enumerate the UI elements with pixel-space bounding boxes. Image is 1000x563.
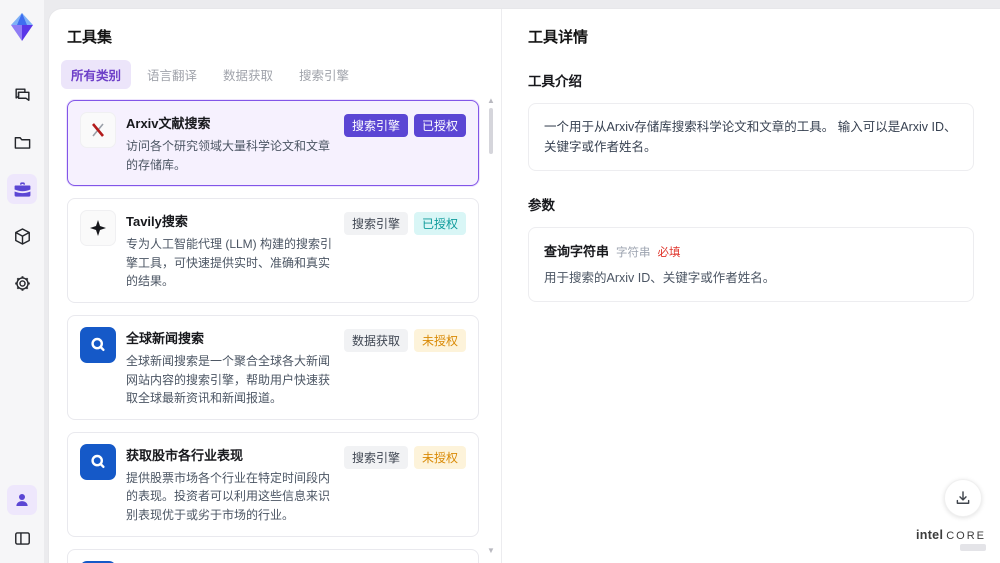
cube-icon [13, 227, 32, 246]
download-icon [954, 489, 972, 507]
param-name: 查询字符串 [544, 244, 610, 259]
user-icon [13, 491, 31, 509]
list-scrollbar[interactable]: ▲ ▼ [486, 97, 496, 555]
tool-card-arxiv[interactable]: Arxiv文献搜索 访问各个研究领域大量科学论文和文章的存储库。 搜索引擎 已授… [67, 100, 479, 187]
auth-status-badge: 未授权 [413, 328, 466, 352]
intel-wordmark: intel [916, 528, 944, 542]
page-title: 工具集 [67, 29, 113, 46]
main-content-card: 工具集 所有类别 语言翻译 数据获取 搜索引擎 Arxiv文献搜索 访问各个研究… [48, 8, 1000, 563]
scroll-up-icon[interactable]: ▲ [487, 97, 495, 105]
sidebar-item-toolbox[interactable] [7, 174, 37, 204]
sidebar-item-chat[interactable] [7, 80, 37, 110]
chat-icon [13, 86, 32, 105]
tool-description: 提供股票市场各个行业在特定时间段内的表现。投资者可以利用这些信息来识别表现优于或… [126, 470, 331, 522]
category-badge: 搜索引擎 [343, 212, 408, 236]
category-badge: 搜索引擎 [343, 114, 408, 137]
tool-name: Arxiv文献搜索 [126, 116, 211, 131]
scroll-down-icon[interactable]: ▼ [487, 547, 495, 555]
settings-icon [13, 274, 32, 293]
tab-data-fetch[interactable]: 数据获取 [213, 60, 283, 89]
tool-list: Arxiv文献搜索 访问各个研究领域大量科学论文和文章的存储库。 搜索引擎 已授… [67, 100, 479, 563]
detail-title: 工具详情 [528, 29, 589, 46]
core-wordmark: core [946, 530, 986, 542]
sidebar-item-files[interactable] [7, 127, 37, 157]
tool-detail-panel: 工具详情 工具介绍 一个用于从Arxiv存储库搜索科学论文和文章的工具。 输入可… [501, 9, 1000, 563]
sidebar-item-settings[interactable] [7, 268, 37, 298]
app-logo-icon[interactable] [7, 10, 37, 44]
category-badge: 数据获取 [343, 328, 408, 352]
side-panel-icon [13, 529, 32, 548]
intel-core-logo: intel core [916, 528, 986, 551]
arxiv-icon [80, 112, 116, 148]
category-badge: 搜索引擎 [343, 445, 408, 469]
category-tabs: 所有类别 语言翻译 数据获取 搜索引擎 [61, 60, 501, 89]
sidebar-item-collapse[interactable] [7, 523, 37, 553]
tavily-sparkle-icon [80, 210, 116, 247]
tool-name: 获取股市各行业表现 [126, 447, 244, 463]
params-heading: 参数 [528, 198, 555, 213]
tool-list-panel: 工具集 所有类别 语言翻译 数据获取 搜索引擎 Arxiv文献搜索 访问各个研究… [49, 9, 501, 563]
tab-search-engine[interactable]: 搜索引擎 [289, 60, 359, 89]
tool-description: 专为人工智能代理 (LLM) 构建的搜索引擎工具，可快速提供实时、准确和真实的结… [126, 237, 333, 289]
download-button[interactable] [944, 479, 982, 517]
magnifier-app-icon [80, 443, 116, 480]
tool-card-sector-performance[interactable]: 获取股市各行业表现 提供股票市场各个行业在特定时间段内的表现。投资者可以利用这些… [67, 431, 479, 537]
left-rail [0, 0, 44, 563]
intro-text: 一个用于从Arxiv存储库搜索科学论文和文章的工具。 输入可以是Arxiv ID… [544, 120, 957, 154]
intro-heading: 工具介绍 [528, 74, 582, 89]
tab-language-translation[interactable]: 语言翻译 [137, 60, 207, 89]
param-box: 查询字符串 字符串 必填 用于搜索的Arxiv ID、关键字或作者姓名。 [528, 227, 974, 302]
intel-sub-badge [960, 544, 986, 551]
tool-description: 访问各个研究领域大量科学论文和文章的存储库。 [126, 139, 331, 172]
tool-name: 全球新闻搜索 [126, 330, 205, 346]
scrollbar-thumb[interactable] [489, 108, 493, 154]
param-required-badge: 必填 [657, 247, 681, 259]
magnifier-app-icon [80, 326, 116, 363]
tool-card-tavily[interactable]: Tavily搜索 专为人工智能代理 (LLM) 构建的搜索引擎工具，可快速提供实… [67, 198, 479, 303]
intro-box: 一个用于从Arxiv存储库搜索科学论文和文章的工具。 输入可以是Arxiv ID… [528, 103, 974, 171]
toolbox-icon [13, 180, 32, 199]
param-description: 用于搜索的Arxiv ID、关键字或作者姓名。 [544, 271, 776, 285]
tool-card-active-stocks[interactable]: 获取市场最活跃股票信息 提供当天交易量最高的股票列表。投资者可以利用这些信息来识… [67, 548, 479, 563]
auth-status-badge: 已授权 [413, 114, 466, 137]
tool-name: Tavily搜索 [126, 214, 188, 230]
param-type: 字符串 [616, 247, 651, 259]
sidebar-item-models[interactable] [7, 221, 37, 251]
tool-description: 全球新闻搜索是一个聚合全球各大新闻网站内容的搜索引擎，帮助用户快速获取全球最新资… [126, 353, 331, 406]
auth-status-badge: 已授权 [413, 212, 466, 236]
auth-status-badge: 未授权 [413, 445, 466, 469]
folder-icon [13, 133, 32, 152]
tab-all-categories[interactable]: 所有类别 [61, 60, 132, 89]
tool-card-global-news[interactable]: 全球新闻搜索 全球新闻搜索是一个聚合全球各大新闻网站内容的搜索引擎，帮助用户快速… [67, 314, 479, 420]
sidebar-item-user[interactable] [7, 485, 37, 515]
